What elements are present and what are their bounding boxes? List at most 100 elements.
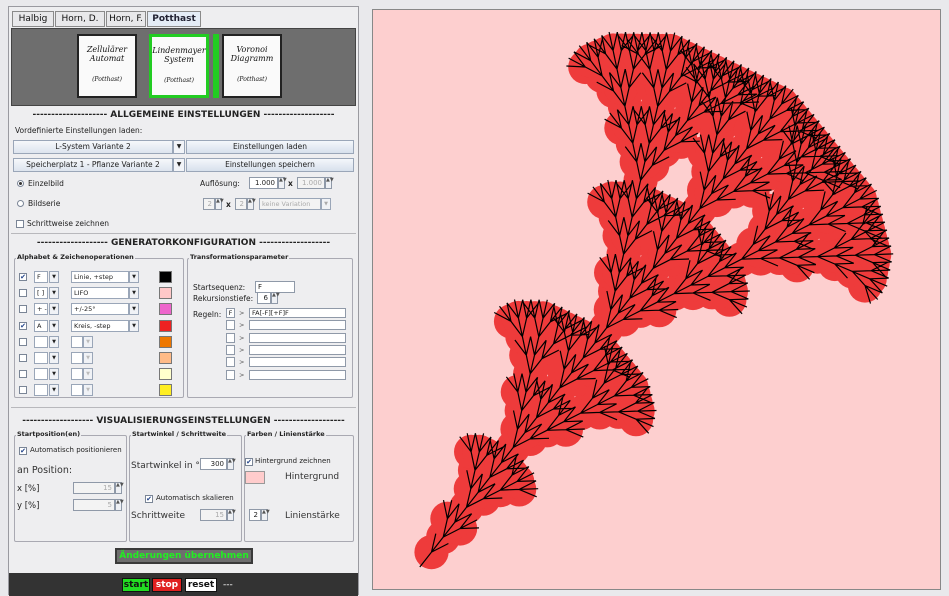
alphabet-row-checkbox[interactable] <box>19 289 27 298</box>
alphabet-symbol-field[interactable] <box>34 352 48 364</box>
stop-button[interactable]: stop <box>152 578 182 592</box>
chevron-down-icon[interactable]: ▼ <box>49 384 59 397</box>
apply-changes-button[interactable]: Änderungen übernehmen <box>115 548 253 564</box>
alphabet-symbol-field[interactable] <box>34 335 48 348</box>
auto-scale-checkbox[interactable]: ✔ <box>145 495 153 503</box>
spinner-icon[interactable]: ▲▼ <box>325 177 334 189</box>
preset-select[interactable]: L-System Variante 2 <box>13 140 173 154</box>
resolution-height-input[interactable]: 1.000 <box>297 177 325 189</box>
alphabet-row-checkbox[interactable]: ✔ <box>19 321 27 330</box>
line-width-input[interactable]: 2 <box>249 509 261 521</box>
rule-right-field[interactable]: FA[-F][+F]F <box>249 308 346 318</box>
rule-right-field[interactable] <box>249 332 346 343</box>
recursion-depth-input[interactable]: 6 <box>257 292 271 304</box>
chevron-down-icon[interactable]: ▼ <box>321 198 331 210</box>
chevron-down-icon[interactable]: ▼ <box>129 303 139 316</box>
auto-position-checkbox[interactable]: ✔ <box>19 447 27 455</box>
rule-right-field[interactable] <box>249 344 346 355</box>
alphabet-operation-select[interactable]: +/-25° <box>71 303 129 316</box>
color-swatch[interactable] <box>159 319 172 332</box>
drawing-canvas[interactable] <box>372 9 941 590</box>
chevron-down-icon[interactable]: ▼ <box>49 319 59 332</box>
rule-left-field[interactable] <box>226 332 235 343</box>
alphabet-row-checkbox[interactable] <box>19 354 27 362</box>
alphabet-symbol-field[interactable] <box>34 384 48 397</box>
series-count-input[interactable]: 2 <box>203 198 215 210</box>
spinner-icon[interactable]: ▲▼ <box>227 509 236 521</box>
chevron-down-icon[interactable]: ▼ <box>173 158 185 172</box>
rule-left-field[interactable] <box>226 357 235 368</box>
chevron-down-icon[interactable]: ▼ <box>173 140 185 154</box>
alphabet-row-checkbox[interactable] <box>19 305 27 314</box>
single-image-radio[interactable] <box>17 180 24 187</box>
load-settings-button[interactable]: Einstellungen laden <box>186 140 354 154</box>
color-swatch[interactable] <box>159 368 172 381</box>
rule-left-field[interactable] <box>226 344 235 355</box>
chevron-down-icon[interactable]: ▼ <box>83 335 93 348</box>
spinner-icon[interactable]: ▲▼ <box>271 292 280 304</box>
rule-right-field[interactable] <box>249 357 346 368</box>
chevron-down-icon[interactable]: ▼ <box>129 287 139 300</box>
color-swatch[interactable] <box>159 287 172 300</box>
alphabet-row-checkbox[interactable] <box>19 370 27 379</box>
tab-potthast[interactable]: Potthast <box>147 11 201 27</box>
rule-left-field[interactable]: F <box>226 308 235 318</box>
chevron-down-icon[interactable]: ▼ <box>49 352 59 364</box>
spinner-icon[interactable]: ▲▼ <box>115 482 124 494</box>
chevron-down-icon[interactable]: ▼ <box>49 368 59 381</box>
chevron-down-icon[interactable]: ▼ <box>83 352 93 364</box>
alphabet-symbol-field[interactable]: F <box>34 271 48 283</box>
alphabet-operation-select[interactable] <box>71 368 83 381</box>
chevron-down-icon[interactable]: ▼ <box>129 319 139 332</box>
start-button[interactable]: start <box>122 578 150 592</box>
stepwise-checkbox[interactable] <box>16 220 24 228</box>
series-size-input[interactable]: 2 <box>235 198 247 210</box>
alphabet-operation-select[interactable] <box>71 335 83 348</box>
mode-voronoi-button[interactable]: Voronoi Diagramm (Potthast) <box>222 34 282 98</box>
resolution-width-input[interactable]: 1.000 <box>249 177 278 189</box>
x-position-input[interactable]: 15 <box>73 482 115 494</box>
step-width-input[interactable]: 15 <box>200 509 227 521</box>
rule-left-field[interactable] <box>226 320 235 331</box>
chevron-down-icon[interactable]: ▼ <box>49 335 59 348</box>
alphabet-operation-select[interactable] <box>71 384 83 397</box>
reset-button[interactable]: reset <box>185 578 217 592</box>
slot-select[interactable]: Speicherplatz 1 - Pflanze Variante 2 <box>13 158 173 172</box>
mode-lindenmayer-button[interactable]: Lindenmayer System (Potthast) <box>149 34 209 98</box>
spinner-icon[interactable]: ▲▼ <box>261 509 270 521</box>
alphabet-symbol-field[interactable]: A <box>34 319 48 332</box>
rule-left-field[interactable] <box>226 369 235 380</box>
tab-horn-f[interactable]: Horn, F. <box>106 11 146 27</box>
alphabet-operation-select[interactable] <box>71 352 83 364</box>
variation-select[interactable]: keine Variation <box>259 198 321 210</box>
spinner-icon[interactable]: ▲▼ <box>247 198 256 210</box>
chevron-down-icon[interactable]: ▼ <box>49 303 59 316</box>
alphabet-row-checkbox[interactable]: ✔ <box>19 273 27 281</box>
save-settings-button[interactable]: Einstellungen speichern <box>186 158 354 172</box>
y-position-input[interactable]: 5 <box>73 499 115 511</box>
rule-right-field[interactable] <box>249 320 346 331</box>
color-swatch[interactable] <box>159 271 172 283</box>
color-swatch[interactable] <box>159 335 172 348</box>
alphabet-row-checkbox[interactable] <box>19 337 27 346</box>
chevron-down-icon[interactable]: ▼ <box>83 368 93 381</box>
chevron-down-icon[interactable]: ▼ <box>83 384 93 397</box>
mode-zellularer-automat-button[interactable]: Zellulärer Automat (Potthast) <box>77 34 137 98</box>
chevron-down-icon[interactable]: ▼ <box>49 271 59 283</box>
tab-halbig[interactable]: Halbig <box>12 11 54 27</box>
alphabet-operation-select[interactable]: Linie, +step <box>71 271 129 283</box>
chevron-down-icon[interactable]: ▼ <box>129 271 139 283</box>
rule-right-field[interactable] <box>249 369 346 380</box>
spinner-icon[interactable]: ▲▼ <box>227 458 236 470</box>
color-swatch[interactable] <box>159 352 172 364</box>
tab-horn-d[interactable]: Horn, D. <box>55 11 105 27</box>
alphabet-symbol-field[interactable]: + - <box>34 303 48 316</box>
image-series-radio[interactable] <box>17 200 24 207</box>
chevron-down-icon[interactable]: ▼ <box>49 287 59 300</box>
alphabet-symbol-field[interactable] <box>34 368 48 381</box>
spinner-icon[interactable]: ▲▼ <box>215 198 224 210</box>
alphabet-operation-select[interactable]: Kreis, -step <box>71 319 129 332</box>
alphabet-row-checkbox[interactable] <box>19 386 27 395</box>
color-swatch[interactable] <box>159 384 172 397</box>
background-color-swatch[interactable] <box>245 471 265 484</box>
